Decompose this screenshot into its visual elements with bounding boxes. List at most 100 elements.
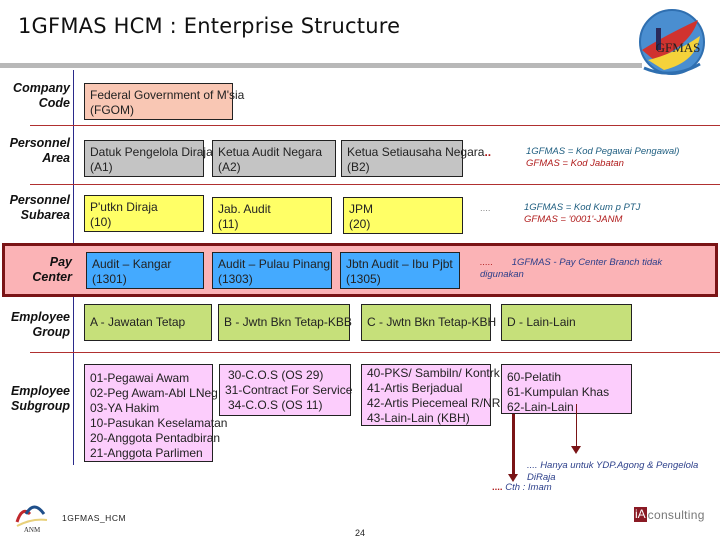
note-line: GFMAS = Kod Jabatan — [526, 158, 624, 169]
box-line: (B2) — [347, 160, 370, 174]
subgroup-item: 20-Anggota Pentadbiran — [90, 431, 221, 445]
arrow-agong-line — [576, 404, 577, 446]
employee-subgroup-box[interactable]: 40-PKS/ Sambiln/ Kontrk 41-Artis Berjadu… — [361, 364, 501, 426]
label-line: Personnel — [9, 136, 70, 150]
box-line: Datuk Pengelola Diraja — [90, 145, 213, 159]
box-label: D - Lain-Lain — [507, 315, 576, 329]
note-line: DiRaja — [527, 472, 556, 483]
label-line: Subarea — [20, 208, 70, 222]
box-label: A - Jawatan Tetap — [90, 315, 186, 329]
pay-center-box[interactable]: Jbtn Audit – Ibu Pjbt (1305) — [340, 252, 460, 289]
box-line: (1301) — [92, 272, 127, 286]
personnel-subarea-box[interactable]: JPM (20) — [343, 197, 463, 234]
slide-title: 1GFMAS HCM : Enterprise Structure — [18, 14, 401, 38]
row-label-personnel-subarea: Personnel Subarea — [0, 193, 70, 223]
subgroup-item: 41-Artis Berjadual — [367, 381, 463, 395]
ellipsis: .. — [484, 145, 492, 159]
gfmas-logo-icon: GFMAS — [639, 9, 705, 75]
personnel-area-notes: 1GFMAS = Kod Pegawai Pengawal) GFMAS = K… — [526, 146, 679, 170]
box-label: B - Jwtn Bkn Tetap-KBB — [224, 315, 352, 329]
label-line: Subgroup — [10, 399, 70, 413]
label-line: Code — [38, 96, 70, 110]
subgroup-item: 01-Pegawai Awam — [90, 371, 190, 385]
subgroup-item: 34-C.O.S (OS 11) — [228, 398, 323, 412]
label-line: Company — [13, 81, 70, 95]
row-label-pay-center: Pay Center — [2, 255, 72, 285]
box-line: (10) — [90, 215, 112, 229]
box-label: C - Jwtn Bkn Tetap-KBH — [367, 315, 497, 329]
arrow-imam-head — [508, 474, 518, 482]
subgroup-item: 10-Pasukan Keselamatan — [90, 416, 228, 430]
label-line: Center — [32, 270, 72, 284]
personnel-subarea-box[interactable]: Jab. Audit (11) — [212, 197, 332, 234]
row-label-personnel-area: Personnel Area — [0, 136, 70, 166]
footer-label: 1GFMAS_HCM — [62, 513, 127, 523]
employee-subgroup-box[interactable]: 01-Pegawai Awam 02-Peg Awam-Abl LNeg 03-… — [84, 364, 228, 462]
iaconsulting-mark: iA — [634, 507, 647, 522]
box-line: (11) — [218, 217, 239, 231]
row-divider — [30, 352, 720, 353]
pay-center-box[interactable]: Audit – Pulau Pinang (1303) — [212, 252, 332, 289]
row-divider — [30, 184, 720, 185]
box-line: (A1) — [90, 160, 113, 174]
ellipsis: ..... — [480, 257, 494, 268]
note-line: 1GFMAS = Kod Kum p PTJ — [524, 202, 641, 213]
svg-text:GFMAS: GFMAS — [656, 40, 701, 55]
box-line: P'utkn Diraja — [90, 200, 158, 214]
anm-logo-icon: ANM — [15, 505, 48, 534]
note-line: digunakan — [480, 269, 524, 280]
note-line: .... Hanya untuk YDP.Agong & Pengelola — [527, 460, 699, 471]
box-line: Jab. Audit — [218, 202, 271, 216]
note-line: Cth : Imam — [505, 482, 552, 493]
iaconsulting-logo: iA consulting — [634, 507, 705, 522]
subgroup-item: 30-C.O.S (OS 29) — [228, 368, 324, 382]
subgroup-item: 02-Peg Awam-Abl LNeg — [90, 386, 218, 400]
personnel-subarea-box[interactable]: P'utkn Diraja (10) — [84, 195, 204, 232]
anm-logo: ANM — [14, 500, 50, 534]
row-label-company-code: Company Code — [0, 81, 70, 111]
agong-note: .... Hanya untuk YDP.Agong & Pengelola D… — [527, 460, 698, 484]
subgroup-item: 60-Pelatih — [507, 370, 562, 384]
box-line: JPM — [349, 202, 373, 216]
subgroup-item: 43-Lain-Lain (KBH) — [367, 411, 470, 425]
label-line: Area — [42, 151, 70, 165]
subgroup-item: 03-YA Hakim — [90, 401, 160, 415]
box-line: Jbtn Audit – Ibu Pjbt — [346, 257, 453, 271]
subarea-ellipsis: .... — [480, 203, 491, 214]
row-divider — [30, 125, 720, 126]
employee-group-box[interactable]: C - Jwtn Bkn Tetap-KBH — [361, 304, 496, 341]
box-line: Federal Government of M'sia — [90, 88, 245, 102]
company-code-box[interactable]: Federal Government of M'sia (FGOM) — [84, 83, 245, 120]
label-line: Personnel — [9, 193, 70, 207]
title-divider — [0, 63, 642, 68]
subgroup-item: 31-Contract For Service — [225, 383, 353, 397]
gfmas-logo: GFMAS — [634, 6, 710, 82]
arrow-imam-line — [512, 414, 515, 476]
employee-group-box[interactable]: B - Jwtn Bkn Tetap-KBB — [218, 304, 352, 341]
subgroup-item: 42-Artis Piecemeal R/NR — [367, 396, 501, 410]
employee-subgroup-box[interactable]: 30-C.O.S (OS 29) 31-Contract For Service… — [219, 364, 353, 416]
svg-text:ANM: ANM — [24, 526, 41, 534]
subgroup-item: 21-Anggota Parlimen — [90, 446, 203, 460]
employee-group-box[interactable]: D - Lain-Lain — [501, 304, 632, 341]
label-line: Employee — [10, 384, 70, 398]
personnel-subarea-notes: 1GFMAS = Kod Kum p PTJ GFMAS = '0001'-JA… — [524, 202, 640, 226]
pay-center-note: ..... 1GFMAS - Pay Center Branch tidak d… — [480, 257, 662, 281]
personnel-area-box[interactable]: Ketua Setiausaha Negara.. (B2) — [341, 140, 491, 177]
row-label-employee-group: Employee Group — [0, 310, 70, 340]
subgroup-item: 62-Lain-Lain — [507, 400, 574, 414]
ellipsis: .... — [492, 482, 503, 493]
box-line: (20) — [349, 217, 371, 231]
note-line: 1GFMAS - Pay Center Branch tidak — [511, 257, 663, 268]
box-line: (1305) — [346, 272, 381, 286]
label-line: Employee — [10, 310, 70, 324]
row-label-employee-subgroup: Employee Subgroup — [0, 384, 70, 414]
pay-center-box[interactable]: Audit – Kangar (1301) — [86, 252, 204, 289]
employee-group-box[interactable]: A - Jawatan Tetap — [84, 304, 212, 341]
personnel-area-box[interactable]: Datuk Pengelola Diraja (A1) — [84, 140, 213, 177]
arrow-agong-head — [571, 446, 581, 454]
subgroup-item: 40-PKS/ Sambiln/ Kontrk — [367, 366, 500, 380]
employee-subgroup-box[interactable]: 60-Pelatih 61-Kumpulan Khas 62-Lain-Lain — [501, 364, 632, 414]
label-line: Pay — [49, 255, 72, 269]
personnel-area-box[interactable]: Ketua Audit Negara (A2) — [212, 140, 336, 177]
